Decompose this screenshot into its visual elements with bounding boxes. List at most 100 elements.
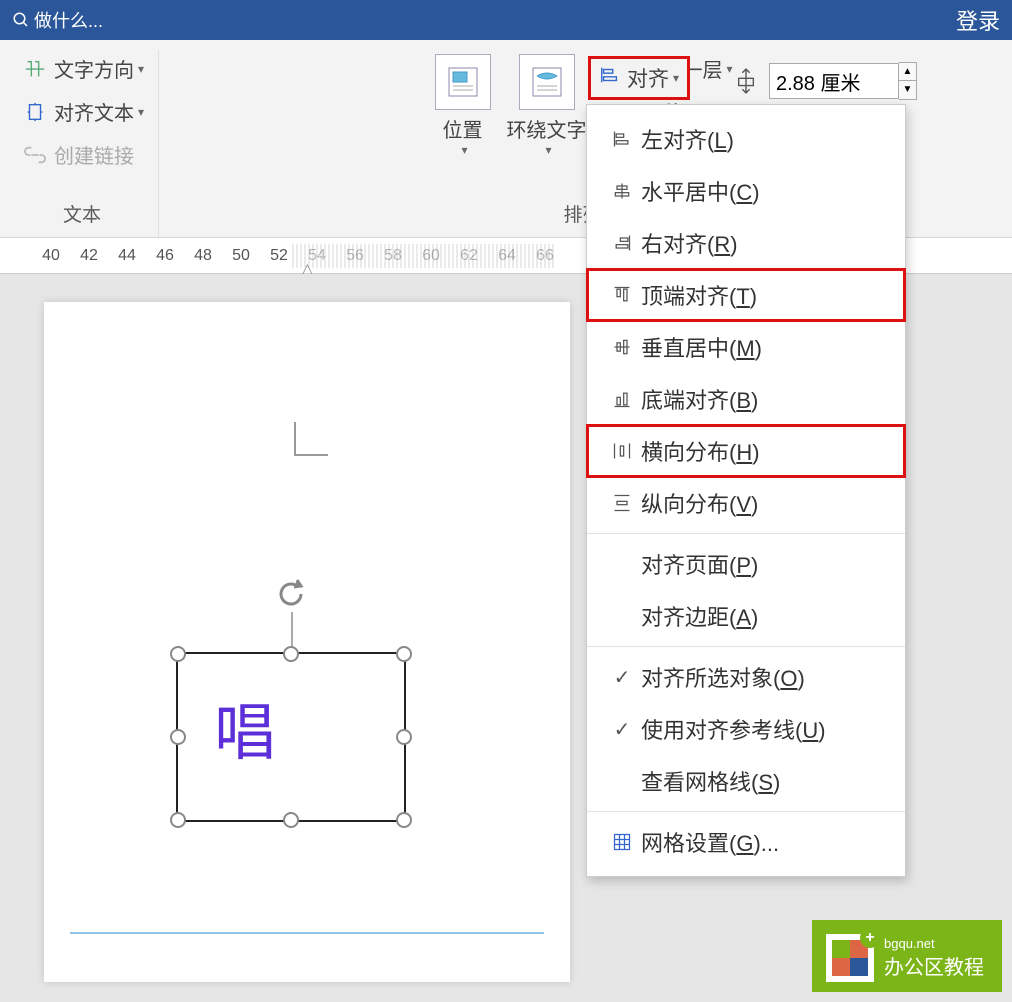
menu-separator xyxy=(587,646,905,647)
menu-item-label: 对齐边距(A) xyxy=(641,600,889,632)
menu-item-align-top[interactable]: 顶端对齐(T) xyxy=(587,269,905,321)
height-size-control: 2.88 厘米 ▲ ▼ xyxy=(735,62,917,100)
menu-item-label: 右对齐(R) xyxy=(641,227,889,259)
ruler-tick: 46 xyxy=(146,247,184,265)
menu-item-distribute-v[interactable]: 纵向分布(V) xyxy=(587,477,905,529)
create-link-button: 创建链接 xyxy=(14,136,150,173)
resize-handle-tr[interactable] xyxy=(396,646,412,662)
align-left-icon xyxy=(603,129,641,149)
menu-item-label: 对齐页面(P) xyxy=(641,548,889,580)
resize-handle-t[interactable] xyxy=(283,646,299,662)
menu-item-align-left[interactable]: 左对齐(L) xyxy=(587,113,905,165)
chevron-down-icon: ▾ xyxy=(545,143,551,157)
align-right-icon xyxy=(603,233,641,253)
search-placeholder: 做什么... xyxy=(34,7,103,33)
chevron-down-icon: ▾ xyxy=(461,143,467,157)
resize-handle-tl[interactable] xyxy=(170,646,186,662)
text-direction-button[interactable]: 文字方向▾ xyxy=(14,50,150,87)
menu-item-label: 底端对齐(B) xyxy=(641,383,889,415)
resize-handle-b[interactable] xyxy=(283,812,299,828)
menu-item-label: 使用对齐参考线(U) xyxy=(641,713,889,745)
resize-handle-r[interactable] xyxy=(396,729,412,745)
menu-item-label: 顶端对齐(T) xyxy=(641,279,889,311)
align-menu-trigger[interactable]: 对齐▾ xyxy=(588,56,690,100)
ruler-tick: 48 xyxy=(184,247,222,265)
rotate-connector xyxy=(291,612,293,646)
watermark: bgqu.net 办公区教程 xyxy=(812,920,1002,992)
menu-item-label: 对齐所选对象(O) xyxy=(641,661,889,693)
height-input[interactable]: 2.88 厘米 xyxy=(769,63,899,99)
watermark-url: bgqu.net xyxy=(884,936,984,951)
resize-handle-l[interactable] xyxy=(170,729,186,745)
login-link[interactable]: 登录 xyxy=(956,4,1000,36)
rotate-handle[interactable] xyxy=(273,576,309,612)
wrap-text-button[interactable]: 环绕文字 ▾ xyxy=(499,50,595,161)
menu-item-distribute-h[interactable]: 横向分布(H) xyxy=(587,425,905,477)
distribute-v-icon xyxy=(603,493,641,513)
chevron-down-icon: ▾ xyxy=(138,62,144,76)
height-spinner: ▲ ▼ xyxy=(899,62,917,100)
menu-item-label: 纵向分布(V) xyxy=(641,487,889,519)
menu-item-label: 左对齐(L) xyxy=(641,123,889,155)
menu-item-item-8[interactable]: 对齐页面(P) xyxy=(587,538,905,590)
menu-item-grid[interactable]: 网格设置(G)... xyxy=(587,816,905,868)
tell-me-search[interactable]: 做什么... xyxy=(12,7,103,33)
align-top-icon xyxy=(603,285,641,305)
check-icon xyxy=(603,717,641,742)
ruler-tick: 44 xyxy=(108,247,146,265)
search-icon xyxy=(12,11,30,29)
align-bottom-icon xyxy=(603,389,641,409)
menu-item-label: 水平居中(C) xyxy=(641,175,889,207)
align-center-h-icon xyxy=(603,181,641,201)
menu-item-label: 垂直居中(M) xyxy=(641,331,889,363)
menu-item-label: 横向分布(H) xyxy=(641,435,889,467)
menu-item-label: 查看网格线(S) xyxy=(641,765,889,797)
ruler-shade xyxy=(292,244,556,268)
chevron-down-icon: ▾ xyxy=(138,105,144,119)
ruler-tick: 40 xyxy=(32,247,70,265)
titlebar: 做什么... 登录 xyxy=(0,0,1012,40)
page[interactable]: 唱 xyxy=(44,302,570,982)
menu-item-check[interactable]: 使用对齐参考线(U) xyxy=(587,703,905,755)
menu-separator xyxy=(587,533,905,534)
link-icon xyxy=(20,144,50,166)
ruler-tick: 50 xyxy=(222,247,260,265)
spinner-up[interactable]: ▲ xyxy=(899,63,916,81)
menu-item-item-9[interactable]: 对齐边距(A) xyxy=(587,590,905,642)
menu-item-align-middle[interactable]: 垂直居中(M) xyxy=(587,321,905,373)
position-icon xyxy=(435,54,491,110)
grid-icon xyxy=(603,832,641,852)
textbox-content[interactable]: 唱 xyxy=(178,654,404,772)
menu-item-align-right[interactable]: 右对齐(R) xyxy=(587,217,905,269)
align-text-icon xyxy=(20,101,50,123)
check-icon xyxy=(603,665,641,690)
ribbon-group-text: 文字方向▾ 对齐文本▾ 创建链接 文本 xyxy=(6,50,159,237)
align-dropdown-menu: 左对齐(L) 水平居中(C) 右对齐(R) 顶端对齐(T) 垂直居中(M) 底端对齐(B)… xyxy=(586,104,906,877)
distribute-h-icon xyxy=(603,441,641,461)
margin-corner-icon xyxy=(294,422,328,456)
align-middle-icon xyxy=(603,337,641,357)
watermark-title: 办公区教程 xyxy=(884,951,984,980)
position-button[interactable]: 位置 ▾ xyxy=(427,50,499,161)
chevron-down-icon: ▾ xyxy=(673,71,679,85)
ruler-tick: 42 xyxy=(70,247,108,265)
group-label-text: 文本 xyxy=(63,194,101,237)
align-icon xyxy=(599,64,621,92)
watermark-logo-icon xyxy=(826,934,874,982)
align-text-button[interactable]: 对齐文本▾ xyxy=(14,93,150,130)
wrap-text-icon xyxy=(519,54,575,110)
height-icon xyxy=(735,63,765,99)
selected-textbox[interactable]: 唱 xyxy=(176,652,406,822)
chevron-down-icon: ▾ xyxy=(727,62,733,76)
text-direction-icon xyxy=(20,58,50,80)
page-guideline xyxy=(70,932,544,934)
menu-item-check[interactable]: 对齐所选对象(O) xyxy=(587,651,905,703)
menu-item-align-bottom[interactable]: 底端对齐(B) xyxy=(587,373,905,425)
menu-separator xyxy=(587,811,905,812)
spinner-down[interactable]: ▼ xyxy=(899,81,916,99)
menu-item-item-12[interactable]: 查看网格线(S) xyxy=(587,755,905,807)
resize-handle-br[interactable] xyxy=(396,812,412,828)
menu-item-align-center-h[interactable]: 水平居中(C) xyxy=(587,165,905,217)
resize-handle-bl[interactable] xyxy=(170,812,186,828)
menu-item-label: 网格设置(G)... xyxy=(641,826,889,858)
